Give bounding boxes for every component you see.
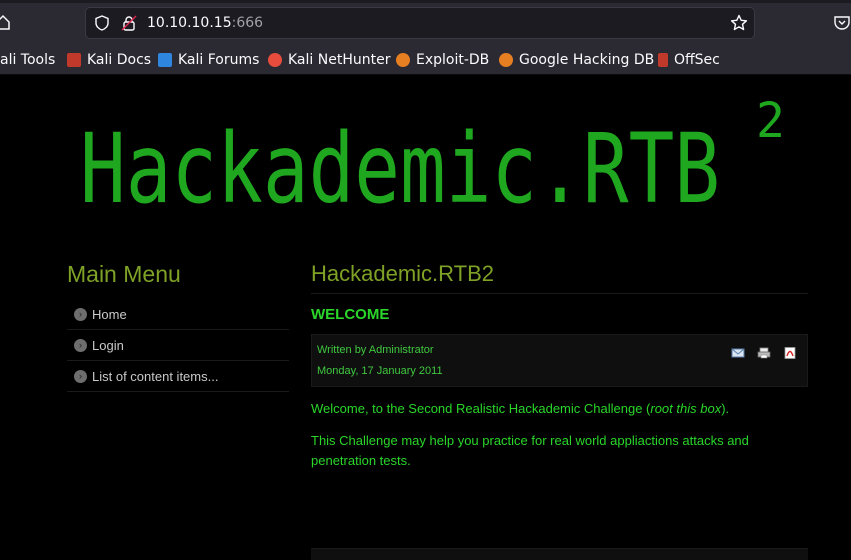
intro-text: Welcome, to the Second Realistic Hackade…	[311, 401, 651, 416]
banner-superscript: 2	[756, 93, 785, 149]
nethunter-icon	[268, 53, 282, 67]
menu-item-label: Login	[92, 337, 124, 353]
bookmark-exploit-db[interactable]: Exploit-DB	[396, 51, 489, 69]
main-menu: Main Menu › Home › Login › List of conte…	[67, 261, 289, 392]
bookmark-label: Exploit-DB	[416, 52, 490, 68]
menu-item-login[interactable]: › Login	[67, 330, 289, 361]
browser-toolbar: 10.10.10.15:666	[0, 0, 851, 46]
bookmark-label: Kali NetHunter	[288, 52, 391, 68]
menu-item-label: List of content items...	[92, 368, 219, 384]
article-footer-bar	[311, 548, 808, 560]
article-meta: Written by Administrator Monday, 17 Janu…	[311, 334, 808, 387]
menu-item-home[interactable]: › Home	[67, 299, 289, 330]
bookmark-kali-tools[interactable]: ali Tools	[0, 51, 55, 69]
url-port: :666	[231, 15, 264, 31]
pocket-icon[interactable]	[833, 14, 851, 32]
address-bar[interactable]: 10.10.10.15:666	[85, 7, 755, 39]
banner-title: Hackademic.RTB	[80, 113, 720, 225]
bookmark-label: Google Hacking DB	[519, 52, 655, 68]
menu-item-content-list[interactable]: › List of content items...	[67, 361, 289, 392]
pdf-icon[interactable]	[783, 347, 797, 359]
print-icon[interactable]	[757, 347, 771, 359]
article-heading: WELCOME	[311, 306, 390, 323]
bookmark-kali-nethunter[interactable]: Kali NetHunter	[268, 51, 390, 69]
ghdb-icon	[499, 53, 513, 67]
offsec-icon	[658, 53, 668, 67]
chevron-right-icon: ›	[74, 307, 87, 321]
email-icon[interactable]	[731, 347, 745, 359]
intro-end: ).	[721, 401, 730, 416]
url-host: 10.10.10.15	[147, 15, 232, 31]
bookmark-label: Kali Forums	[178, 52, 260, 68]
kali-forums-icon	[158, 53, 172, 67]
bookmark-google-hacking-db[interactable]: Google Hacking DB	[499, 51, 654, 69]
article-paragraph-intro: Welcome, to the Second Realistic Hackade…	[311, 399, 808, 419]
toolbar-edge	[0, 0, 851, 3]
bookmark-label: ali Tools	[0, 52, 56, 68]
article-paragraph-challenge: This Challenge may help you practice for…	[311, 433, 749, 468]
kali-docs-icon	[67, 53, 81, 67]
shield-icon[interactable]	[94, 15, 110, 31]
insecure-lock-icon[interactable]	[121, 15, 137, 31]
bookmarks-toolbar: ali Tools Kali Docs Kali Forums Kali Net…	[0, 46, 851, 75]
bookmark-label: OffSec	[674, 52, 720, 68]
exploit-db-icon	[396, 53, 410, 67]
article-author: Written by Administrator	[317, 344, 434, 356]
bookmark-star-icon[interactable]	[730, 14, 748, 32]
bookmark-kali-docs[interactable]: Kali Docs	[67, 51, 151, 69]
article: Hackademic.RTB2 WELCOME Written by Admin…	[311, 261, 808, 471]
bookmark-kali-forums[interactable]: Kali Forums	[158, 51, 259, 69]
site-banner: Hackademic.RTB 2	[80, 93, 785, 225]
chevron-right-icon: ›	[74, 338, 87, 352]
menu-item-label: Home	[92, 306, 127, 322]
intro-italic: root this box	[650, 401, 722, 416]
url-text[interactable]: 10.10.10.15:666	[147, 15, 263, 31]
chevron-right-icon: ›	[74, 369, 87, 383]
bookmark-offsec[interactable]: OffSec	[658, 51, 720, 69]
article-title: Hackademic.RTB2	[311, 261, 808, 294]
article-date: Monday, 17 January 2011	[317, 365, 443, 377]
bookmark-label: Kali Docs	[87, 52, 152, 68]
main-menu-title: Main Menu	[67, 261, 181, 287]
home-icon[interactable]	[0, 14, 10, 30]
